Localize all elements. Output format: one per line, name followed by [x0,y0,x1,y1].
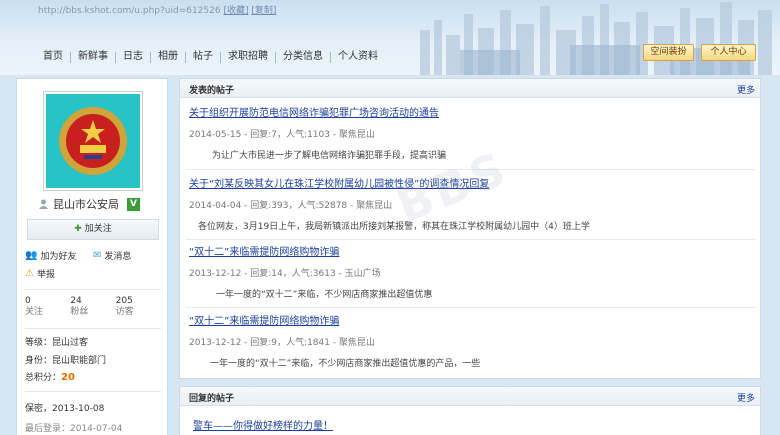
panel-header: 发表的帖子 更多 [180,79,760,98]
stat-visitors[interactable]: 205 访客 [116,296,153,322]
stat-visitors-label: 访客 [115,307,134,317]
post-divider [186,307,756,308]
url-bar: http://bbs.kshot.com/u.php?uid=612526 [收… [38,3,276,16]
plus-icon: ✚ [74,224,82,234]
birthday-row: 保密，2013-10-08 [25,404,105,414]
reply-title-link[interactable]: 警车——你得做好榜样的力量！ [193,417,333,432]
verified-badge: V [127,197,140,211]
nav-album[interactable]: 相册 [151,50,185,64]
nav-home[interactable]: 首页 [36,50,70,64]
stat-following-count: 0 [25,296,31,306]
user-icon [39,199,48,209]
panel-header: 回复的帖子 更多 [180,387,760,406]
post-title-link[interactable]: 关于“刘某反映其女儿在珠江学校附属幼儿园被性侵”的调查情况回复 [189,178,755,191]
avatar-frame [43,91,143,191]
post-item: 关于“刘某反映其女儿在珠江学校附属幼儿园被性侵”的调查情况回复 2014-04-… [189,178,755,232]
add-friend-icon: 👥 [25,250,38,261]
post-divider [186,169,756,170]
stat-following-label: 关注 [25,307,44,317]
post-title-link[interactable]: 关于组织开展防范电信网络诈骗犯罪广场咨询活动的通告 [189,107,755,120]
points-row: 总积分：20 [25,370,75,383]
level-row: 等级：昆山过客 [25,335,88,348]
report-link[interactable]: ⚠ 举报 [25,267,55,280]
bookmark-link[interactable]: [收藏] [223,6,248,16]
replied-posts-panel: 回复的帖子 更多 警车——你得做好榜样的力量！ [179,386,761,435]
post-meta: 2013-12-12 - 回复:14，人气:3613 - 玉山广场 [189,269,381,279]
send-message-link[interactable]: ✉ 发消息 [93,249,131,262]
add-friend-label: 加为好友 [40,252,77,262]
space-decorate-button[interactable]: 空间装扮 [643,44,694,61]
post-meta: 2014-04-04 - 回复:393，人气:52878 - 聚焦昆山 [189,201,393,211]
post-item: 关于组织开展防范电信网络诈骗犯罪广场咨询活动的通告 2014-05-15 - 回… [189,107,755,161]
divider [25,289,161,290]
divider [25,391,161,392]
points-label: 总积分： [25,373,62,383]
nav-news[interactable]: 新鲜事 [71,50,115,64]
post-excerpt: 一年一度的“双十二”来临，不少网店商家推出超值优惠 [216,290,433,300]
divider [25,328,161,329]
more-link[interactable]: 更多 [737,83,755,96]
nav-profile[interactable]: 个人资料 [331,50,385,64]
published-posts-panel: 发表的帖子 更多 关于组织开展防范电信网络诈骗犯罪广场咨询活动的通告 2014-… [179,78,761,379]
stat-fans-count: 24 [70,296,82,306]
city-skyline-illustration [420,2,772,75]
main-nav: 首页 新鲜事 日志 相册 帖子 求职招聘 分类信息 个人资料 [36,48,385,66]
follow-button[interactable]: ✚ 加关注 [27,219,159,240]
report-label: 举报 [36,270,55,280]
add-friend-link[interactable]: 👥 加为好友 [25,249,76,262]
more-link[interactable]: 更多 [737,391,755,404]
level-label: 等级： [25,338,53,348]
post-excerpt: 各位网友，3月19日上午，我局新镇派出所接刘某报警，称其在珠江学校附属幼儿园中（… [198,222,590,232]
post-title-link[interactable]: “双十二”来临需提防网络购物诈骗 [189,246,755,259]
level-value: 昆山过客 [52,338,89,348]
avatar[interactable] [46,94,140,188]
nav-posts[interactable]: 帖子 [186,50,220,64]
nav-diary[interactable]: 日志 [116,50,150,64]
post-meta: 2013-12-12 - 回复:9，人气:1841 - 聚焦昆山 [189,338,375,348]
send-message-label: 发消息 [104,252,132,262]
personal-center-button[interactable]: 个人中心 [701,44,756,61]
post-excerpt: 一年一度的“双十二”来临，不少网店商家推出超值优惠的产品，一些 [210,359,481,369]
post-item: “双十二”来临需提防网络购物诈骗 2013-12-12 - 回复:9，人气:18… [189,315,755,369]
warning-icon: ⚠ [25,268,34,279]
header-banner: http://bbs.kshot.com/u.php?uid=612526 [收… [0,0,780,75]
url-text: http://bbs.kshot.com/u.php?uid=612526 [38,6,221,16]
stat-following[interactable]: 0 关注 [25,296,62,322]
post-excerpt: 为让广大市民进一步了解电信网络诈骗犯罪手段，提高识骗 [212,151,447,161]
username-row: 昆山市公安局 V [39,196,140,212]
message-icon: ✉ [93,250,102,261]
nav-classifieds[interactable]: 分类信息 [276,50,330,64]
post-meta: 2014-05-15 - 回复:7，人气:1103 - 聚焦昆山 [189,130,375,140]
post-item: “双十二”来临需提防网络购物诈骗 2013-12-12 - 回复:14，人气:3… [189,246,755,300]
identity-row: 身份：昆山职能部门 [25,353,106,366]
post-divider [186,239,756,240]
last-login-row: 最后登录：2014-07-04 [25,424,123,434]
follow-label: 加关注 [84,224,112,234]
post-title-link[interactable]: “双十二”来临需提防网络购物诈骗 [189,315,755,328]
panel-title: 发表的帖子 [189,86,235,96]
nav-jobs[interactable]: 求职招聘 [221,50,275,64]
copy-link[interactable]: [复制] [251,6,276,16]
stat-fans-label: 粉丝 [70,307,89,317]
stat-visitors-count: 205 [115,296,133,306]
identity-label: 身份： [25,356,53,366]
stats-row: 0 关注 24 粉丝 205 访客 [25,296,161,322]
profile-sidebar: 昆山市公安局 V ✚ 加关注 👥 加为好友 ✉ 发消息 ⚠ 举报 0 关注 24 粉丝 … [16,78,168,435]
username: 昆山市公安局 [53,198,119,211]
identity-value: 昆山职能部门 [52,356,107,366]
panel-title: 回复的帖子 [189,394,235,404]
stat-fans[interactable]: 24 粉丝 [70,296,107,322]
points-value: 20 [61,372,75,383]
